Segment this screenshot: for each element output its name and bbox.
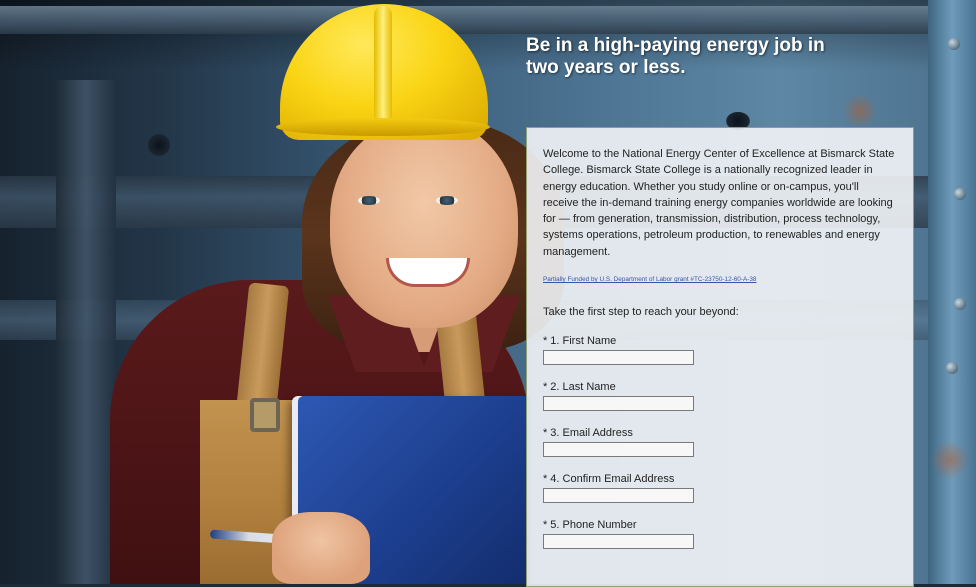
required-marker: * <box>543 335 548 348</box>
confirm-email-input[interactable] <box>543 488 694 504</box>
phone-field: * 5. Phone Number <box>543 519 897 550</box>
rust-spot <box>930 440 970 480</box>
email-label-text: 3. Email Address <box>550 427 633 440</box>
rust-spot <box>840 96 880 126</box>
grant-funding-link[interactable]: Partially Funded by U.S. Department of L… <box>543 276 757 283</box>
eye <box>436 196 458 205</box>
email-field: * 3. Email Address <box>543 427 897 458</box>
phone-input[interactable] <box>543 534 694 550</box>
email-label: * 3. Email Address <box>543 427 897 440</box>
rivet <box>948 38 960 50</box>
woman-in-hardhat-photo <box>90 0 564 584</box>
intro-paragraph: Welcome to the National Energy Center of… <box>543 148 895 258</box>
phone-label: * 5. Phone Number <box>543 519 897 532</box>
first-name-label-text: 1. First Name <box>550 335 617 348</box>
last-name-label: * 2. Last Name <box>543 381 897 394</box>
last-name-field: * 2. Last Name <box>543 381 897 412</box>
rivet <box>946 362 958 374</box>
confirm-email-field: * 4. Confirm Email Address <box>543 473 897 504</box>
face <box>330 118 518 328</box>
email-input[interactable] <box>543 442 694 458</box>
rivet <box>954 298 966 310</box>
phone-label-text: 5. Phone Number <box>550 519 637 532</box>
confirm-email-label-text: 4. Confirm Email Address <box>550 473 675 486</box>
buckle <box>250 398 280 432</box>
required-marker: * <box>543 519 548 532</box>
required-marker: * <box>543 427 548 440</box>
eye <box>358 196 380 205</box>
form-intro: Take the first step to reach your beyond… <box>543 306 739 319</box>
headline: Be in a high-paying energy job in two ye… <box>526 35 825 78</box>
first-name-label: * 1. First Name <box>543 335 897 348</box>
steel-pillar <box>928 0 976 584</box>
first-name-input[interactable] <box>543 350 694 366</box>
hardhat-brim <box>276 118 490 136</box>
rivet <box>954 188 966 200</box>
first-name-field: * 1. First Name <box>543 335 897 366</box>
last-name-label-text: 2. Last Name <box>550 381 616 394</box>
last-name-input[interactable] <box>543 396 694 412</box>
confirm-email-label: * 4. Confirm Email Address <box>543 473 897 486</box>
required-marker: * <box>543 381 548 394</box>
required-marker: * <box>543 473 548 486</box>
hardhat-ridge <box>374 6 392 124</box>
lead-form-panel: Welcome to the National Energy Center of… <box>526 127 914 587</box>
hand <box>272 512 370 584</box>
